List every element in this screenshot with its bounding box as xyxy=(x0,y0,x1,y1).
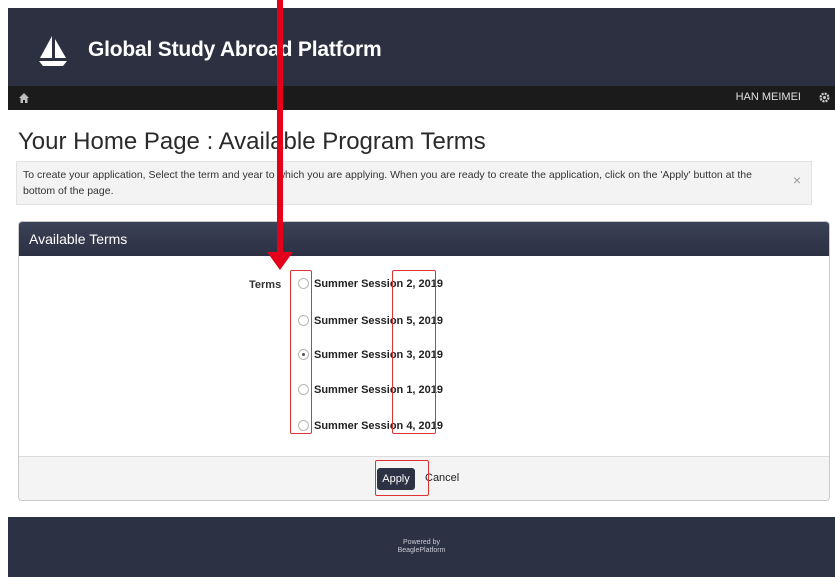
cancel-link[interactable]: Cancel xyxy=(425,472,459,484)
radio-column-highlight xyxy=(290,270,312,434)
info-alert: To create your application, Select the t… xyxy=(16,161,812,205)
session-number-highlight xyxy=(392,270,436,434)
terms-label: Terms xyxy=(249,279,282,291)
info-message: To create your application, Select the t… xyxy=(23,169,752,197)
top-nav: HAN MEIMEI xyxy=(8,86,835,110)
footer-text: Powered by BeaglePlatform xyxy=(8,539,835,555)
site-footer: Powered by BeaglePlatform xyxy=(8,517,835,577)
sailboat-logo-icon[interactable] xyxy=(36,34,70,68)
site-header: Global Study Abroad Platform xyxy=(8,8,835,86)
close-icon[interactable]: × xyxy=(793,172,801,188)
page-title: Your Home Page : Available Program Terms xyxy=(18,128,486,155)
panel-heading: Available Terms xyxy=(19,222,829,256)
footer-powered-by: Powered by xyxy=(403,539,440,546)
user-name-link[interactable]: HAN MEIMEI xyxy=(736,91,801,103)
annotation-arrow-head-icon xyxy=(267,252,293,270)
site-title[interactable]: Global Study Abroad Platform xyxy=(88,38,382,62)
footer-platform-name[interactable]: BeaglePlatform xyxy=(8,547,835,555)
home-icon[interactable] xyxy=(18,92,30,104)
annotation-arrow-shaft xyxy=(277,0,283,258)
gear-icon[interactable] xyxy=(818,91,831,104)
apply-button-highlight xyxy=(375,460,429,496)
